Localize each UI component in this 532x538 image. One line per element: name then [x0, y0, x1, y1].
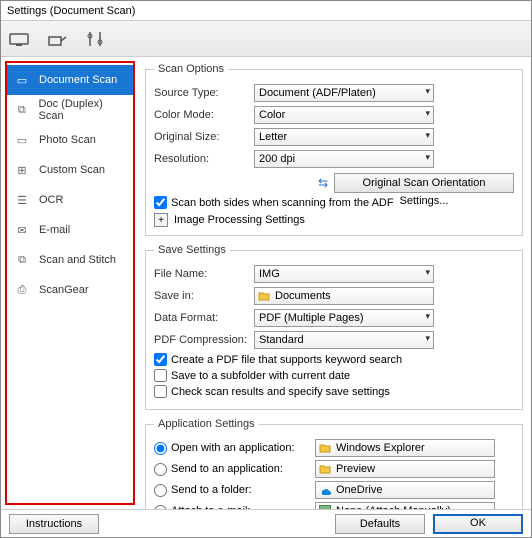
expand-image-processing-button[interactable]: +: [154, 213, 168, 227]
application-settings-group: Application Settings Open with an applic…: [145, 418, 523, 509]
footer: Instructions Defaults OK: [1, 509, 531, 537]
resolution-label: Resolution:: [154, 153, 254, 165]
send-to-app-radio[interactable]: [154, 463, 167, 476]
ok-button[interactable]: OK: [433, 514, 523, 534]
sidebar-item-document-scan[interactable]: ▭ Document Scan: [7, 65, 133, 95]
sidebar-item-label: Document Scan: [39, 74, 117, 86]
pdf-compression-select[interactable]: Standard: [254, 331, 434, 349]
sidebar-item-label: Photo Scan: [39, 134, 96, 146]
photo-icon: ▭: [11, 129, 33, 151]
toolbar: [1, 21, 531, 57]
window-title: Settings (Document Scan): [1, 1, 531, 21]
subfolder-label: Save to a subfolder with current date: [171, 370, 350, 382]
send-to-app-label: Send to an application:: [171, 463, 311, 475]
content-pane: Scan Options Source Type:Document (ADF/P…: [135, 57, 531, 509]
custom-icon: ⊞: [11, 159, 33, 181]
application-settings-legend: Application Settings: [154, 418, 259, 430]
subfolder-checkbox[interactable]: [154, 369, 167, 382]
attach-email-select[interactable]: None (Attach Manually): [315, 502, 495, 509]
scan-options-legend: Scan Options: [154, 63, 228, 75]
sidebar-item-label: Doc (Duplex) Scan: [39, 98, 129, 122]
open-with-app-radio[interactable]: [154, 442, 167, 455]
save-in-select[interactable]: Documents: [254, 287, 434, 305]
defaults-button[interactable]: Defaults: [335, 514, 425, 534]
none-icon: [319, 505, 331, 509]
output-tab-icon[interactable]: [45, 27, 69, 51]
folder-icon: [258, 290, 270, 302]
image-processing-label: Image Processing Settings: [174, 214, 305, 226]
document-scan-icon: ▭: [11, 69, 33, 91]
attach-email-radio[interactable]: [154, 505, 167, 510]
scanner-tab-icon[interactable]: [7, 27, 31, 51]
sidebar-item-email[interactable]: ✉ E-mail: [7, 215, 133, 245]
sidebar-item-scan-stitch[interactable]: ⧉ Scan and Stitch: [7, 245, 133, 275]
send-to-folder-select[interactable]: OneDrive: [315, 481, 495, 499]
sidebar-item-label: Custom Scan: [39, 164, 105, 176]
sidebar-item-label: ScanGear: [39, 284, 89, 296]
pdf-keyword-label: Create a PDF file that supports keyword …: [171, 354, 402, 366]
sidebar-item-label: OCR: [39, 194, 63, 206]
scan-both-sides-checkbox[interactable]: [154, 196, 167, 209]
sidebar-item-photo-scan[interactable]: ▭ Photo Scan: [7, 125, 133, 155]
attach-email-label: Attach to e-mail:: [171, 505, 311, 509]
check-results-label: Check scan results and specify save sett…: [171, 386, 390, 398]
duplex-icon: ⧉: [11, 99, 33, 121]
save-in-label: Save in:: [154, 290, 254, 302]
sidebar-item-ocr[interactable]: ☰ OCR: [7, 185, 133, 215]
orientation-arrow-icon: ⇆: [318, 176, 328, 190]
color-mode-select[interactable]: Color: [254, 106, 434, 124]
scangear-icon: ⎙: [11, 279, 33, 301]
original-size-label: Original Size:: [154, 131, 254, 143]
resolution-select[interactable]: 200 dpi: [254, 150, 434, 168]
send-to-folder-label: Send to a folder:: [171, 484, 311, 496]
send-to-folder-radio[interactable]: [154, 484, 167, 497]
send-to-app-select[interactable]: Preview: [315, 460, 495, 478]
sidebar-item-doc-duplex[interactable]: ⧉ Doc (Duplex) Scan: [7, 95, 133, 125]
sidebar-item-scangear[interactable]: ⎙ ScanGear: [7, 275, 133, 305]
scan-both-sides-label: Scan both sides when scanning from the A…: [171, 197, 394, 209]
preview-icon: [319, 463, 331, 475]
open-with-app-select[interactable]: Windows Explorer: [315, 439, 495, 457]
email-icon: ✉: [11, 219, 33, 241]
file-name-select[interactable]: IMG: [254, 265, 434, 283]
sidebar-item-custom-scan[interactable]: ⊞ Custom Scan: [7, 155, 133, 185]
onedrive-icon: [319, 484, 331, 496]
pdf-compression-label: PDF Compression:: [154, 334, 254, 346]
sidebar-item-label: E-mail: [39, 224, 70, 236]
scan-options-group: Scan Options Source Type:Document (ADF/P…: [145, 63, 523, 236]
color-mode-label: Color Mode:: [154, 109, 254, 121]
orientation-settings-button[interactable]: Original Scan Orientation Settings...: [334, 173, 514, 193]
tools-tab-icon[interactable]: [83, 27, 107, 51]
file-name-label: File Name:: [154, 268, 254, 280]
sidebar: ▭ Document Scan ⧉ Doc (Duplex) Scan ▭ Photo…: [5, 61, 135, 505]
data-format-select[interactable]: PDF (Multiple Pages): [254, 309, 434, 327]
original-size-select[interactable]: Letter: [254, 128, 434, 146]
source-type-select[interactable]: Document (ADF/Platen): [254, 84, 434, 102]
check-results-checkbox[interactable]: [154, 385, 167, 398]
pdf-keyword-checkbox[interactable]: [154, 353, 167, 366]
save-settings-legend: Save Settings: [154, 244, 230, 256]
open-with-app-label: Open with an application:: [171, 442, 311, 454]
windows-explorer-icon: [319, 442, 331, 454]
source-type-label: Source Type:: [154, 87, 254, 99]
ocr-icon: ☰: [11, 189, 33, 211]
instructions-button[interactable]: Instructions: [9, 514, 99, 534]
stitch-icon: ⧉: [11, 249, 33, 271]
data-format-label: Data Format:: [154, 312, 254, 324]
sidebar-item-label: Scan and Stitch: [39, 254, 116, 266]
save-settings-group: Save Settings File Name:IMG Save in:Docu…: [145, 244, 523, 410]
